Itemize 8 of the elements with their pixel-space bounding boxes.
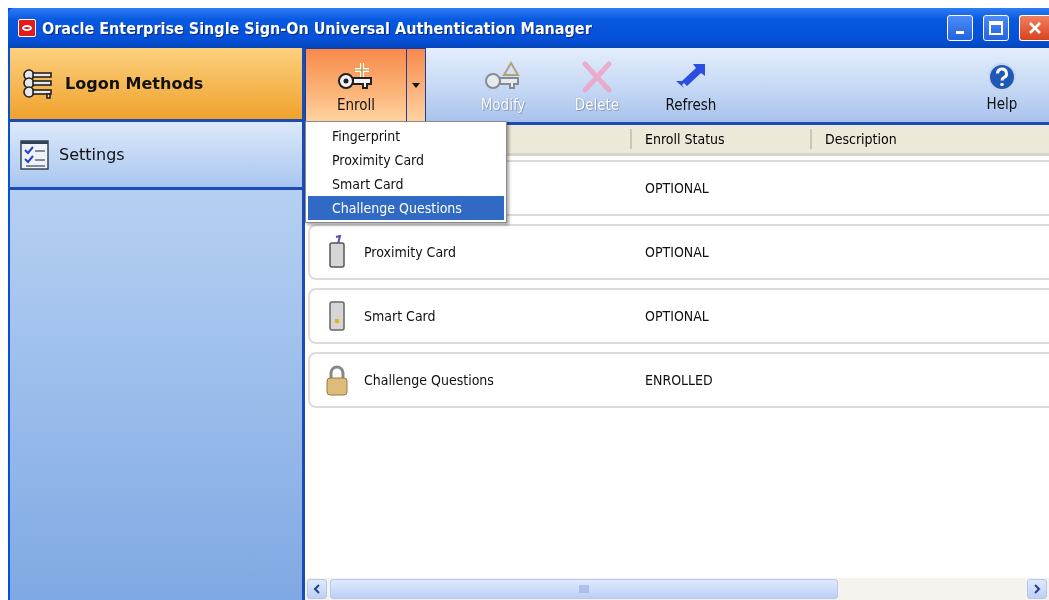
enroll-status: OPTIONAL: [645, 244, 710, 260]
enroll-status: OPTIONAL: [645, 308, 710, 324]
method-name: Challenge Questions: [364, 372, 495, 388]
method-name: Smart Card: [364, 308, 437, 324]
method-name: Proximity Card: [364, 244, 458, 260]
window-title: Oracle Enterprise Single Sign-On Universal Authentication Manager: [42, 18, 593, 38]
enroll-status: OPTIONAL: [645, 180, 710, 196]
enroll-status: ENROLLED: [645, 372, 714, 388]
